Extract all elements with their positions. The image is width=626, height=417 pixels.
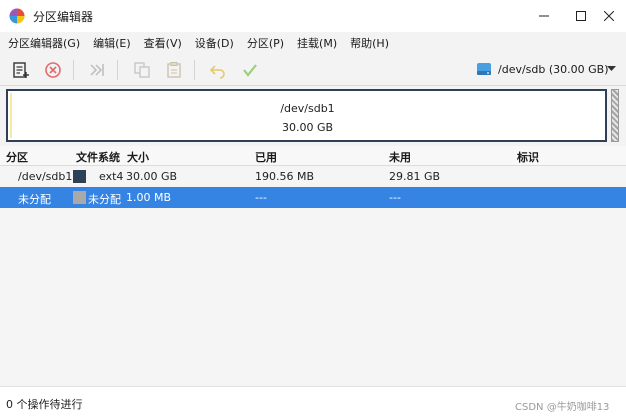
cell-used: --- (255, 191, 267, 204)
resize-move-icon (90, 64, 104, 76)
column-header-partition[interactable]: 分区 (6, 149, 28, 165)
cell-partition: 未分配 (18, 193, 51, 206)
column-header-size[interactable]: 大小 (127, 149, 149, 165)
disk-map-partition[interactable]: /dev/sdb1 30.00 GB (6, 89, 607, 142)
delete-partition-button[interactable] (41, 58, 65, 82)
menu-bar: 分区编辑器(G) 编辑(E) 查看(V) 设备(D) 分区(P) 挂载(M) 帮… (0, 32, 626, 54)
watermark: CSDN @牛奶咖啡13 (515, 402, 610, 413)
column-header-used[interactable]: 已用 (255, 149, 277, 165)
column-header-flags[interactable]: 标识 (517, 149, 539, 165)
disk-map-inner: /dev/sdb1 30.00 GB (10, 93, 603, 138)
new-partition-button[interactable] (9, 58, 33, 82)
toolbar-separator (194, 60, 195, 80)
paste-icon (167, 62, 181, 78)
table-row-selected[interactable]: 未分配 未分配 1.00 MB --- --- (0, 187, 626, 208)
cell-filesystem: 未分配 (88, 193, 121, 206)
close-button[interactable] (592, 0, 626, 32)
menu-help[interactable]: 帮助(H) (350, 35, 389, 51)
table-header: 分区 文件系统 大小 已用 未用 标识 (0, 146, 626, 166)
toolbar-separator (117, 60, 118, 80)
maximize-icon (576, 11, 586, 21)
table-row[interactable]: /dev/sdb1 ext4 30.00 GB 190.56 MB 29.81 … (0, 166, 626, 187)
device-selector[interactable]: /dev/sdb (30.00 GB) (476, 56, 622, 82)
apply-button[interactable] (238, 58, 262, 82)
paste-button[interactable] (162, 58, 186, 82)
copy-icon (134, 62, 150, 78)
cell-partition: /dev/sdb1 (18, 170, 73, 183)
menu-view[interactable]: 查看(V) (144, 35, 182, 51)
copy-button[interactable] (130, 58, 154, 82)
column-header-unused[interactable]: 未用 (389, 149, 411, 165)
column-header-filesystem[interactable]: 文件系统 (76, 149, 120, 165)
cell-size: 30.00 GB (126, 170, 178, 183)
chevron-down-icon (607, 66, 616, 71)
title-bar: 分区编辑器 (0, 0, 626, 32)
apply-icon (243, 64, 257, 77)
disk-map-unallocated[interactable] (611, 89, 619, 142)
menu-partition[interactable]: 分区(P) (247, 35, 284, 51)
menu-edit[interactable]: 编辑(E) (93, 35, 131, 51)
filesystem-color-swatch (73, 191, 86, 204)
menu-mount[interactable]: 挂载(M) (297, 35, 337, 51)
menu-device[interactable]: 设备(D) (195, 35, 234, 51)
cell-unused: 29.81 GB (389, 170, 441, 183)
cell-unused: --- (389, 191, 401, 204)
cell-filesystem: ext4 (99, 170, 124, 183)
new-partition-icon (13, 62, 29, 78)
partition-table: 分区 文件系统 大小 已用 未用 标识 /dev/sdb1 ext4 30.00… (0, 146, 626, 386)
undo-button[interactable] (206, 58, 230, 82)
delete-icon (45, 62, 61, 78)
minimize-icon (539, 15, 549, 17)
undo-icon (209, 65, 225, 79)
device-label: /dev/sdb (30.00 GB) (498, 62, 609, 76)
cell-used: 190.56 MB (255, 170, 315, 183)
resize-move-button[interactable] (85, 58, 109, 82)
pending-operations-text: 0 个操作待进行 (6, 398, 83, 411)
minimize-button[interactable] (527, 0, 561, 32)
filesystem-color-swatch (73, 170, 86, 183)
disk-drive-icon (477, 63, 491, 75)
close-icon (604, 11, 614, 21)
menu-gparted[interactable]: 分区编辑器(G) (8, 35, 80, 51)
disk-map-partition-size: 30.00 GB (281, 121, 334, 134)
gparted-app-icon (9, 8, 25, 24)
disk-map-partition-name: /dev/sdb1 (280, 102, 335, 115)
cell-size: 1.00 MB (126, 191, 172, 204)
toolbar-separator (73, 60, 74, 80)
window-title: 分区编辑器 (33, 10, 94, 24)
